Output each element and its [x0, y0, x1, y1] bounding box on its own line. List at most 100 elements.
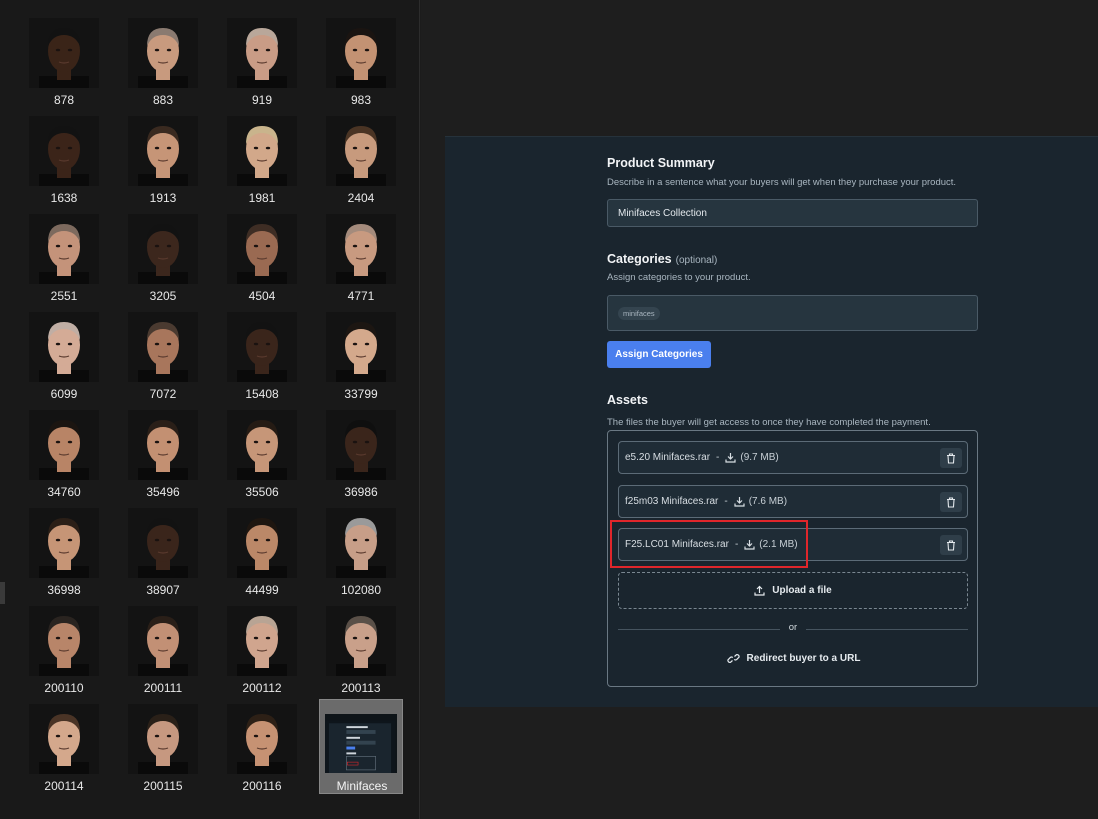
- face-portrait-image: [128, 214, 198, 284]
- thumbnail-label: 44499: [245, 583, 279, 597]
- thumbnail-item[interactable]: 4504: [220, 210, 304, 306]
- upload-file-label: Upload a file: [772, 585, 832, 596]
- thumbnail-item[interactable]: 7072: [121, 308, 205, 404]
- thumbnail-label: 983: [350, 93, 372, 107]
- thumbnail-item[interactable]: 200113: [319, 602, 403, 698]
- trash-icon: [946, 452, 956, 464]
- thumbnail-item[interactable]: 102080: [319, 504, 403, 600]
- thumbnail-label: 15408: [245, 387, 279, 401]
- thumbnail-item[interactable]: 200110: [22, 602, 106, 698]
- thumbnail-label: 36998: [47, 583, 81, 597]
- thumbnail-item[interactable]: 200115: [121, 700, 205, 796]
- thumbnail-item[interactable]: 200116: [220, 700, 304, 796]
- face-portrait-image: [326, 116, 396, 186]
- thumbnail-label: 38907: [146, 583, 180, 597]
- thumbnail-item[interactable]: 3205: [121, 210, 205, 306]
- thumbnail-item[interactable]: 4771: [319, 210, 403, 306]
- face-portrait-image: [29, 116, 99, 186]
- assets-title: Assets: [607, 393, 648, 407]
- thumbnail-item[interactable]: 878: [22, 14, 106, 110]
- thumbnail-label: 878: [53, 93, 75, 107]
- thumbnail-item[interactable]: 983: [319, 14, 403, 110]
- thumbnail-item[interactable]: 200112: [220, 602, 304, 698]
- product-summary-description: Describe in a sentence what your buyers …: [607, 177, 957, 188]
- face-portrait-image: [227, 18, 297, 88]
- asset-file-row[interactable]: e5.20 Minifaces.rar - (9.7 MB): [618, 441, 968, 474]
- thumbnail-label: 200113: [341, 681, 381, 695]
- thumbnail-item[interactable]: 36998: [22, 504, 106, 600]
- thumbnail-label: 1981: [248, 191, 276, 205]
- category-chip[interactable]: minifaces: [618, 306, 660, 320]
- product-summary-input[interactable]: Minifaces Collection: [607, 199, 978, 227]
- asset-file-name: f25m03 Minifaces.rar: [625, 496, 719, 507]
- thumbnail-label: 2551: [50, 289, 78, 303]
- trash-icon: [946, 496, 956, 508]
- thumbnail-minifaces-selected[interactable]: Minifaces: [319, 699, 403, 794]
- asset-file-row[interactable]: f25m03 Minifaces.rar - (7.6 MB): [618, 485, 968, 518]
- divider-line: [806, 629, 968, 630]
- redirect-url-button[interactable]: Redirect buyer to a URL: [608, 650, 979, 666]
- product-summary-value: Minifaces Collection: [618, 207, 707, 219]
- thumbnail-label: 200116: [242, 779, 282, 793]
- divider-line: [618, 629, 780, 630]
- thumbnail-item[interactable]: 35496: [121, 406, 205, 502]
- trash-icon: [946, 539, 956, 551]
- redirect-url-label: Redirect buyer to a URL: [746, 652, 861, 664]
- thumbnail-item[interactable]: 34760: [22, 406, 106, 502]
- face-portrait-image: [128, 410, 198, 480]
- face-portrait-image: [326, 508, 396, 578]
- thumbnail-item[interactable]: 38907: [121, 504, 205, 600]
- upload-icon: [754, 585, 765, 596]
- delete-asset-button[interactable]: [940, 535, 962, 555]
- face-portrait-image: [326, 606, 396, 676]
- face-portrait-image: [29, 18, 99, 88]
- file-explorer-pane: 878 883 919 983 1638 1913 1981 2404 2551 3205 4504…: [0, 0, 420, 819]
- thumbnail-label: 6099: [50, 387, 78, 401]
- thumbnail-item[interactable]: 35506: [220, 406, 304, 502]
- delete-asset-button[interactable]: [940, 448, 962, 468]
- thumbnail-item[interactable]: 200111: [121, 602, 205, 698]
- face-portrait-image: [128, 18, 198, 88]
- face-portrait-image: [326, 18, 396, 88]
- categories-title-text: Categories: [607, 252, 672, 266]
- thumbnail-item[interactable]: 200114: [22, 700, 106, 796]
- or-text: or: [788, 622, 798, 633]
- thumbnail-label: 200112: [242, 681, 282, 695]
- thumbnail-item[interactable]: 6099: [22, 308, 106, 404]
- delete-asset-button[interactable]: [940, 492, 962, 512]
- upload-file-dropzone[interactable]: Upload a file: [618, 572, 968, 609]
- thumbnail-label: 2404: [347, 191, 375, 205]
- face-portrait-image: [29, 312, 99, 382]
- thumbnail-item[interactable]: 33799: [319, 308, 403, 404]
- categories-description: Assign categories to your product.: [607, 272, 751, 283]
- face-portrait-image: [227, 606, 297, 676]
- thumbnail-label: 102080: [340, 583, 382, 597]
- thumbnail-item[interactable]: 1981: [220, 112, 304, 208]
- thumbnail-item[interactable]: 15408: [220, 308, 304, 404]
- face-portrait-image: [227, 704, 297, 774]
- thumbnail-item[interactable]: 883: [121, 14, 205, 110]
- face-portrait-image: [29, 410, 99, 480]
- asset-file-size: (9.7 MB): [740, 452, 779, 463]
- product-summary-title: Product Summary: [607, 156, 715, 170]
- thumbnail-label: 35496: [146, 485, 180, 499]
- thumbnail-item[interactable]: 2404: [319, 112, 403, 208]
- red-highlight-box: [610, 520, 808, 568]
- thumbnail-item[interactable]: 44499: [220, 504, 304, 600]
- thumbnail-item[interactable]: 1638: [22, 112, 106, 208]
- thumbnail-label: 34760: [47, 485, 81, 499]
- screenshot-thumbnail-image: [325, 714, 397, 773]
- thumbnail-item[interactable]: 1913: [121, 112, 205, 208]
- pane-resize-handle[interactable]: [0, 582, 5, 604]
- thumbnail-label: 200110: [44, 681, 84, 695]
- thumbnail-item[interactable]: 919: [220, 14, 304, 110]
- download-icon[interactable]: [734, 496, 745, 507]
- thumbnail-item[interactable]: 2551: [22, 210, 106, 306]
- categories-input[interactable]: minifaces: [607, 295, 978, 331]
- download-icon[interactable]: [725, 452, 736, 463]
- thumbnail-item[interactable]: 36986: [319, 406, 403, 502]
- assets-container: e5.20 Minifaces.rar - (9.7 MB) f25m03 Mi…: [607, 430, 978, 687]
- face-portrait-image: [128, 508, 198, 578]
- thumbnail-label: 200115: [143, 779, 183, 793]
- assign-categories-button[interactable]: Assign Categories: [607, 341, 711, 368]
